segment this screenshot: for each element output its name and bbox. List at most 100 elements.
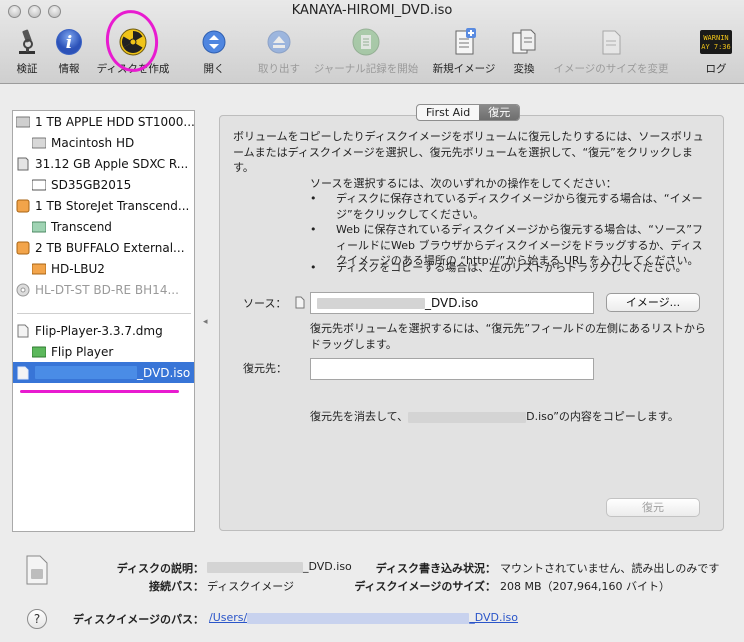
path-label: ディスクイメージのパス：: [0, 611, 204, 627]
open-icon: [198, 26, 230, 58]
info-label: 情報: [58, 63, 80, 75]
restore-bullet: • ディスクをコピーする場合は、左のリストからドラッグしてください。: [310, 261, 687, 274]
log-icon-line1: WARNIN: [703, 34, 728, 42]
toolbar-area: KANAYA-HIROMI_DVD.iso 検証 i 情報 ディスクを作成 開く: [0, 0, 744, 84]
dest-hint-text: 復元先ボリュームを選択するには、“復元先”フィールドの左側にあるリストからドラッ…: [310, 322, 706, 351]
list-item-label: Macintosh HD: [51, 135, 135, 150]
new-image-icon: [448, 26, 480, 58]
convert-label: 変換: [513, 63, 535, 75]
log-button[interactable]: WARNIN AY 7:36 ログ: [686, 26, 744, 76]
conn-value: ディスクイメージ: [207, 580, 295, 593]
list-item[interactable]: SD35GB2015: [31, 174, 194, 195]
eject-button[interactable]: 取り出す: [249, 26, 309, 76]
list-item[interactable]: Transcend: [31, 216, 194, 237]
info-button[interactable]: i 情報: [39, 26, 99, 76]
redacted-text: [408, 411, 527, 423]
list-item-selected[interactable]: _DVD.iso: [13, 362, 194, 383]
restore-intro-text: ボリュームをコピーしたりディスクイメージをボリュームに復元したりするには、ソース…: [233, 130, 704, 174]
tab-restore[interactable]: 復元: [479, 105, 520, 120]
desc-label: ディスクの説明：: [0, 560, 204, 576]
source-value: _DVD.iso: [425, 296, 479, 310]
document-icon: [295, 296, 305, 314]
disk-utility-window: KANAYA-HIROMI_DVD.iso 検証 i 情報 ディスクを作成 開く: [0, 0, 744, 642]
tab-first-aid[interactable]: First Aid: [417, 105, 479, 120]
external-disk-icon: [15, 240, 31, 256]
resize-label: イメージのサイズを変更: [553, 63, 669, 75]
list-item-label: SD35GB2015: [51, 177, 132, 192]
volume-icon: [31, 344, 47, 360]
optical-drive-icon: [15, 282, 31, 298]
write-label: ディスク書き込み状況：: [300, 560, 496, 576]
size-value: 208 MB（207,964,160 バイト）: [500, 580, 671, 593]
volume-icon: [31, 177, 47, 193]
open-label: 開く: [203, 63, 225, 75]
size-label-text: ディスクイメージのサイズ：: [354, 580, 496, 593]
list-item-label: Flip-Player-3.3.7.dmg: [35, 323, 163, 338]
list-item-label: HL-DT-ST BD-RE BH14...: [35, 282, 179, 297]
list-item[interactable]: HL-DT-ST BD-RE BH14...: [15, 279, 194, 300]
erase-prefix: 復元先を消去して、: [310, 410, 409, 423]
resize-button[interactable]: イメージのサイズを変更: [554, 26, 669, 76]
dest-field[interactable]: [310, 358, 594, 380]
redacted-text: [317, 298, 425, 309]
list-item-label: _DVD.iso: [137, 365, 191, 380]
list-item[interactable]: 2 TB BUFFALO External...: [15, 237, 194, 258]
list-item-label: Flip Player: [51, 344, 114, 359]
list-item[interactable]: 1 TB APPLE HDD ST1000...: [15, 111, 195, 132]
list-item[interactable]: HD-LBU2: [31, 258, 194, 279]
eject-label: 取り出す: [258, 63, 300, 75]
desc-label-text: ディスクの説明：: [116, 562, 204, 575]
journal-button[interactable]: ジャーナル記録を開始: [314, 26, 418, 76]
list-item[interactable]: 31.12 GB Apple SDXC R...: [15, 153, 194, 174]
convert-button[interactable]: 変換: [494, 26, 554, 76]
highlight-underline-annotation: [20, 390, 179, 393]
list-item-label: 1 TB StoreJet Transcend...: [35, 198, 190, 213]
list-item-label: Transcend: [51, 219, 112, 234]
list-item-label: 31.12 GB Apple SDXC R...: [35, 156, 189, 171]
size-label: ディスクイメージのサイズ：: [300, 578, 496, 594]
restore-bullet: • ディスクに保存されているディスクイメージから復元する場合は、“イメージ”をクリ…: [310, 191, 710, 222]
list-item-label: 2 TB BUFFALO External...: [35, 240, 185, 255]
erase-text: 復元先を消去して、 D.iso”の内容をコピーします。: [310, 409, 679, 425]
redacted-text: [207, 561, 303, 573]
disk-image-icon: [15, 323, 31, 339]
list-item[interactable]: 1 TB StoreJet Transcend...: [15, 195, 194, 216]
path-label-text: ディスクイメージのパス：: [72, 613, 204, 626]
source-field[interactable]: _DVD.iso: [310, 292, 594, 314]
restore-bullet-text: ディスクに保存されているディスクイメージから復元する場合は、“イメージ”をクリッ…: [336, 192, 703, 221]
restore-how-title: ソースを選択するには、次のいずれかの操作をしてください：: [310, 177, 617, 190]
tab-bar: First Aid 復元: [416, 104, 521, 121]
list-item[interactable]: Macintosh HD: [31, 132, 194, 153]
open-button[interactable]: 開く: [184, 26, 244, 76]
list-item-label: 1 TB APPLE HDD ST1000...: [35, 114, 195, 129]
sd-card-icon: [15, 156, 31, 172]
list-item[interactable]: Flip-Player-3.3.7.dmg: [15, 320, 194, 341]
list-item-label: HD-LBU2: [51, 261, 105, 276]
image-button[interactable]: イメージ...: [606, 293, 700, 312]
svg-text:i: i: [66, 33, 72, 53]
path-link[interactable]: /Users/ _DVD.iso: [209, 611, 518, 624]
dest-label: 復元先：: [243, 362, 287, 375]
redacted-text: [35, 366, 137, 379]
window-title: KANAYA-HIROMI_DVD.iso: [291, 3, 453, 18]
split-handle-icon[interactable]: ◂: [203, 317, 208, 327]
device-list[interactable]: 1 TB APPLE HDD ST1000... Macintosh HD 31…: [12, 110, 195, 532]
path-suffix: _DVD.iso: [469, 611, 519, 624]
write-value: マウントされていません、読み出しのみです: [500, 562, 720, 575]
redacted-text: [247, 612, 470, 624]
new-image-label: 新規イメージ: [432, 63, 496, 75]
erase-suffix: D.iso”の内容をコピーします。: [526, 410, 679, 423]
conn-label: 接続パス：: [0, 578, 204, 594]
restore-bullet-text: ディスクをコピーする場合は、左のリストからドラッグしてください。: [336, 261, 687, 274]
list-separator: [17, 313, 191, 314]
list-item[interactable]: Flip Player: [31, 341, 194, 362]
restore-button[interactable]: 復元: [606, 498, 700, 517]
new-image-button[interactable]: 新規イメージ: [432, 26, 496, 76]
log-label: ログ: [705, 63, 727, 75]
conn-label-text: 接続パス：: [149, 580, 204, 593]
journal-label: ジャーナル記録を開始: [313, 63, 419, 75]
path-prefix: /Users/: [209, 611, 248, 624]
info-icon: i: [53, 26, 85, 58]
log-icon-line2: AY 7:36: [701, 43, 731, 51]
hard-disk-icon: [15, 114, 31, 130]
